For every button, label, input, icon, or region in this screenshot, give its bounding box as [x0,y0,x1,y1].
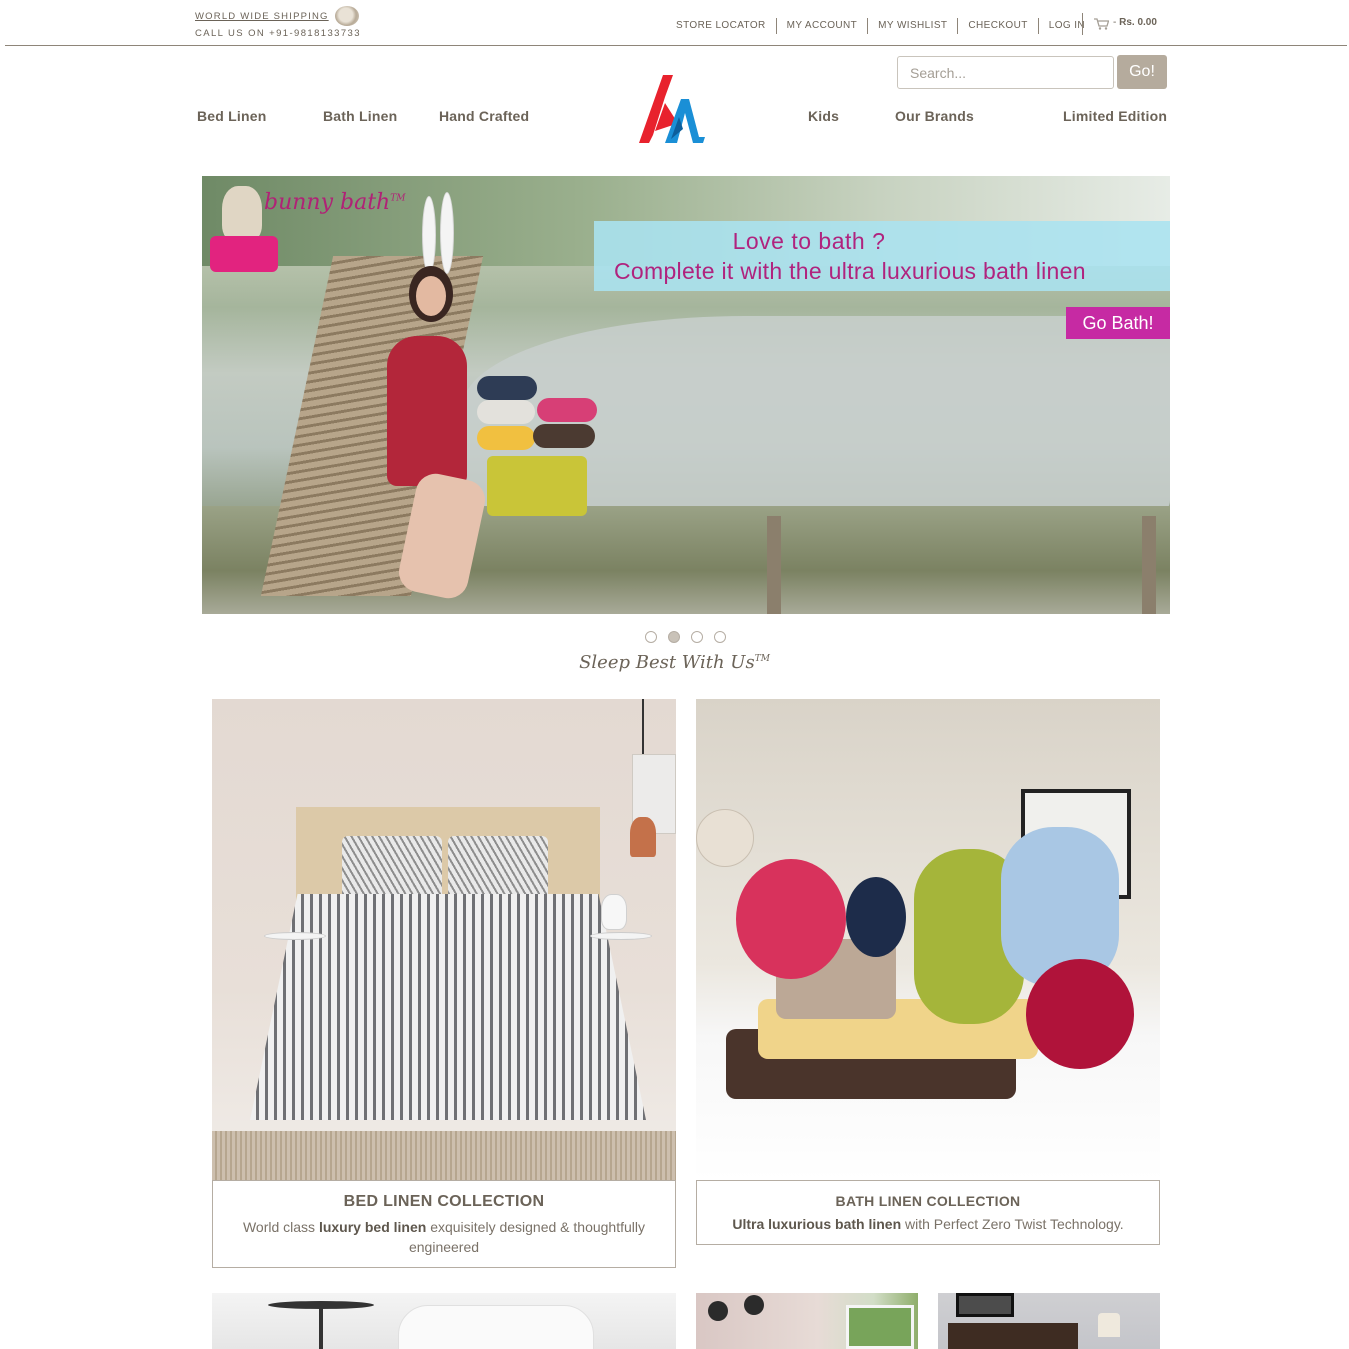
bed-linen-title[interactable]: BED LINEN COLLECTION [213,1193,675,1211]
bed-linen-caption[interactable]: BED LINEN COLLECTION World class luxury … [212,1180,676,1268]
slider-pagination [645,631,726,643]
cart-total[interactable]: - Rs. 0.00 [1113,17,1157,28]
towel-roll-red [1026,959,1134,1069]
top-utility-bar: WORLD WIDE SHIPPING CALL US ON +91-98181… [0,0,1349,47]
towel [477,400,535,424]
towel-roll-navy [846,877,906,957]
hero-banner[interactable]: bunny bathTM Love to bath ? Complete it … [202,176,1170,614]
bath-linen-description: Ultra luxurious bath linen with Perfect … [732,1216,1124,1232]
white-pillow [398,1305,594,1349]
nav-limited-edition[interactable]: Limited Edition [1063,108,1167,124]
bath-linen-caption[interactable]: BATH LINEN COLLECTION Ultra luxurious ba… [696,1180,1160,1245]
bed-linen-image[interactable] [212,699,676,1181]
towel [487,456,587,516]
bunny-pink-towel [210,236,278,272]
chevron-duvet [250,894,646,1120]
bed-linen-description: World class luxury bed linen exquisitely… [242,1219,646,1255]
nav-our-brands[interactable]: Our Brands [895,108,974,124]
towel [537,398,597,422]
promo-subheadline: Complete it with the ultra luxurious bat… [614,258,1086,284]
nav-kids[interactable]: Kids [808,108,839,124]
globe-icon [335,6,359,26]
framed-picture [956,1293,1014,1317]
checkout-link[interactable]: CHECKOUT [958,18,1039,34]
nightstand [264,932,326,940]
worldwide-shipping-link[interactable]: WORLD WIDE SHIPPING [195,11,329,22]
towel [477,426,535,450]
search-go-button[interactable]: Go! [1117,55,1167,89]
bath-linen-image[interactable] [696,699,1160,1181]
mickey-ear [708,1301,728,1321]
copper-pendant-lamp [630,817,656,857]
log-in-link[interactable]: LOG IN [1039,18,1095,34]
slide-dot-1[interactable] [645,631,657,643]
hand-crafted-image[interactable] [212,1293,676,1349]
search-input[interactable] [897,56,1114,89]
side-table-stem [319,1305,323,1349]
my-wishlist-link[interactable]: MY WISHLIST [868,18,959,34]
call-us-text: CALL US ON +91-9818133733 [195,28,361,39]
pillow [448,836,548,902]
tagline: Sleep Best With UsTM [579,652,770,673]
towel-roll-pink [736,859,846,979]
slide-dot-4[interactable] [714,631,726,643]
flower-vase [601,894,627,930]
kids-collection-image[interactable] [696,1293,918,1349]
cart-divider [1082,13,1083,35]
mickey-ear [744,1295,764,1315]
garden-window [846,1305,914,1349]
bunny-mascot-icon [222,186,262,242]
dark-headboard [948,1323,1078,1349]
account-links: STORE LOCATOR MY ACCOUNT MY WISHLIST CHE… [666,17,1095,35]
slide-dot-2[interactable] [668,631,680,643]
nightstand [590,932,652,940]
my-account-link[interactable]: MY ACCOUNT [777,18,869,34]
decor-flower [696,809,754,867]
pillow [342,836,442,902]
store-locator-link[interactable]: STORE LOCATOR [666,18,777,34]
nav-bath-linen[interactable]: Bath Linen [323,108,397,124]
fence-post [767,516,781,614]
fence-post [1142,516,1156,614]
woven-rug [212,1131,676,1181]
bunny-ear-right [440,192,454,274]
towel [477,376,537,400]
promo-headline: Love to bath ? [732,228,886,254]
model-red-towel-wrap [387,336,467,486]
cart-icon[interactable] [1094,18,1109,30]
bunny-bath-brand: bunny bathTM [264,190,406,215]
bunny-ear-left [422,196,436,274]
towel [533,424,595,448]
towel-stack [477,376,597,526]
bath-linen-title[interactable]: BATH LINEN COLLECTION [697,1193,1159,1209]
nav-hand-crafted[interactable]: Hand Crafted [439,108,529,124]
slide-dot-3[interactable] [691,631,703,643]
bedroom-collection-image[interactable] [938,1293,1160,1349]
brand-logo[interactable] [635,73,709,145]
table-lamp [1098,1313,1120,1337]
model-face [416,276,446,316]
go-bath-button[interactable]: Go Bath! [1066,307,1170,339]
nav-bed-linen[interactable]: Bed Linen [197,108,266,124]
header-divider [5,45,1347,46]
